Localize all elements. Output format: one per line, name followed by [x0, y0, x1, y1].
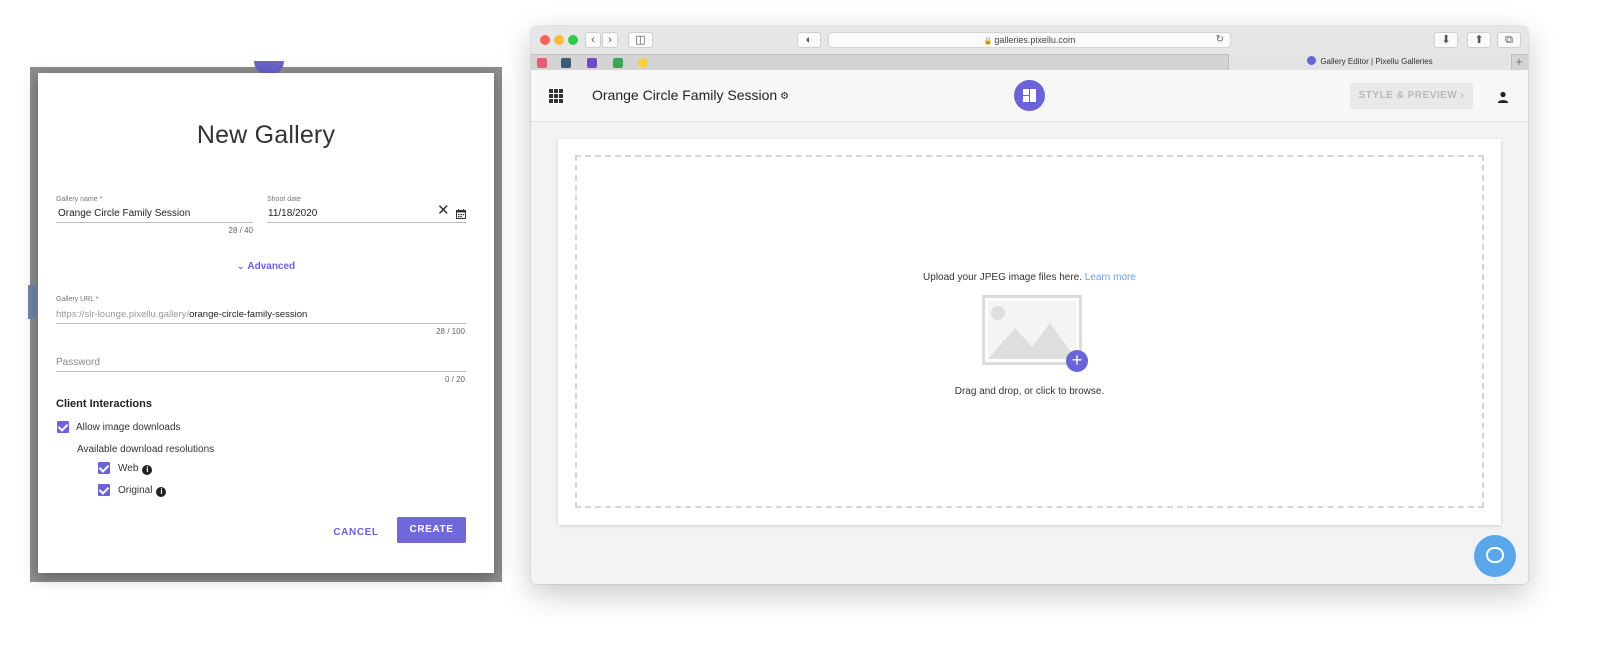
- reload-icon[interactable]: ↻: [1216, 33, 1224, 47]
- drag-drop-text: Drag and drop, or click to browse.: [954, 386, 1105, 397]
- browser-tab-active[interactable]: Gallery Editor | Pixellu Galleries: [1228, 54, 1512, 70]
- gallery-title[interactable]: Orange Circle Family Session ⚙: [592, 87, 789, 103]
- user-account-icon[interactable]: [1497, 91, 1509, 103]
- maximize-window-button[interactable]: [568, 35, 578, 45]
- share-icon[interactable]: ⬆: [1467, 32, 1491, 48]
- original-resolution-checkbox[interactable]: [98, 484, 110, 496]
- new-tab-icon[interactable]: +: [1512, 54, 1526, 70]
- shoot-date-underline: [267, 222, 466, 223]
- info-icon[interactable]: i: [156, 487, 167, 497]
- evernote-bookmark-icon[interactable]: [613, 58, 623, 68]
- password-counter: 0 / 20: [444, 375, 465, 384]
- chat-support-icon[interactable]: [1474, 535, 1516, 577]
- dialog-title: New Gallery: [196, 121, 336, 149]
- style-preview-button[interactable]: STYLE & PREVIEW ›: [1350, 83, 1473, 109]
- learn-more-link[interactable]: Learn more: [1085, 272, 1136, 283]
- gallery-url-label: Gallery URL *: [56, 296, 99, 303]
- shoot-date-input[interactable]: 11/18/2020: [268, 208, 317, 219]
- gear-icon[interactable]: ⚙: [780, 91, 789, 102]
- add-image-icon[interactable]: +: [1066, 350, 1088, 372]
- upload-text: Upload your JPEG image files here.: [923, 272, 1083, 283]
- cancel-button[interactable]: CANCEL: [328, 522, 384, 544]
- new-gallery-dialog: New Gallery Gallery name * Orange Circle…: [38, 73, 494, 573]
- web-resolution-label: Web: [118, 463, 139, 474]
- downloads-icon[interactable]: ⬇: [1434, 32, 1458, 48]
- original-resolution-label: Original: [118, 485, 153, 496]
- client-interactions-heading: Client Interactions: [56, 398, 152, 410]
- app-header: Orange Circle Family Session ⚙ STYLE & PR…: [531, 70, 1528, 122]
- calendar-icon[interactable]: [456, 209, 466, 219]
- minimize-window-button[interactable]: [554, 35, 564, 45]
- apps-grid-icon[interactable]: [549, 89, 563, 103]
- gallery-name-underline: [56, 222, 253, 223]
- address-bar[interactable]: 🔒 galleries.pixellu.com ↻: [828, 32, 1231, 48]
- back-icon[interactable]: ‹: [585, 32, 601, 48]
- sidebar-icon[interactable]: ◫: [628, 32, 653, 48]
- shoot-date-label: Shoot date: [267, 196, 301, 203]
- password-input[interactable]: Password: [56, 357, 100, 368]
- privacy-shield-icon[interactable]: ◐: [797, 32, 821, 48]
- info-icon[interactable]: i: [142, 465, 153, 475]
- tab-title: Gallery Editor | Pixellu Galleries: [1320, 57, 1433, 66]
- slack-bookmark-icon[interactable]: [537, 58, 547, 68]
- browser-titlebar: ‹ › ◫ ◐ 🔒 galleries.pixellu.com ↻ ⬇ ⬆ ⧉: [531, 26, 1528, 54]
- background-tab: [28, 285, 36, 319]
- gallery-url-underline: [56, 323, 466, 324]
- clear-date-icon[interactable]: ✕: [437, 203, 451, 219]
- gallery-name-input[interactable]: Orange Circle Family Session: [58, 208, 190, 219]
- upload-card: Upload your JPEG image files here. Learn…: [558, 139, 1501, 525]
- gallery-url-input[interactable]: https://slr-lounge.pixellu.gallery/orang…: [56, 309, 307, 320]
- close-window-button[interactable]: [540, 35, 550, 45]
- gallery-name-label: Gallery name *: [56, 196, 103, 203]
- allow-downloads-checkbox[interactable]: [57, 421, 69, 433]
- style-preview-label: STYLE & PREVIEW: [1358, 90, 1458, 101]
- gallery-name-counter: 28 / 40: [228, 226, 253, 235]
- advanced-label: Advanced: [247, 261, 296, 272]
- chevron-right-icon: ›: [1460, 90, 1465, 101]
- forward-icon[interactable]: ›: [602, 32, 618, 48]
- pixellu-favicon-icon: [1307, 56, 1317, 65]
- editor-content: Upload your JPEG image files here. Learn…: [531, 122, 1528, 584]
- gallery-url-slug: orange-circle-family-session: [189, 309, 308, 320]
- tabs-overview-icon[interactable]: ⧉: [1497, 32, 1521, 48]
- web-resolution-checkbox[interactable]: [98, 462, 110, 474]
- gallery-url-prefix: https://slr-lounge.pixellu.gallery/: [56, 309, 190, 320]
- gallery-url-counter: 28 / 100: [436, 327, 465, 336]
- advanced-toggle[interactable]: ⌄ Advanced: [38, 261, 494, 272]
- original-resolution-row: Original i: [118, 485, 167, 497]
- gallery-title-text: Orange Circle Family Session: [592, 87, 778, 103]
- allow-downloads-label: Allow image downloads: [76, 422, 181, 433]
- bookmark-icon[interactable]: [587, 58, 597, 68]
- bookmark-icon[interactable]: [561, 58, 571, 68]
- browser-window: ‹ › ◫ ◐ 🔒 galleries.pixellu.com ↻ ⬇ ⬆ ⧉ G…: [531, 26, 1528, 584]
- address-text: galleries.pixellu.com: [994, 35, 1076, 45]
- web-resolution-row: Web i: [118, 463, 153, 475]
- chevron-down-icon: ⌄: [236, 261, 245, 271]
- create-button[interactable]: CREATE: [397, 517, 466, 543]
- upload-dropzone[interactable]: Upload your JPEG image files here. Learn…: [575, 155, 1484, 508]
- password-underline: [56, 371, 466, 372]
- pixellu-logo-icon[interactable]: [1014, 80, 1045, 111]
- bookmark-icon[interactable]: [638, 58, 648, 68]
- upload-instructions: Upload your JPEG image files here. Learn…: [577, 272, 1482, 283]
- resolutions-label: Available download resolutions: [77, 444, 215, 455]
- lock-icon: 🔒: [983, 38, 993, 45]
